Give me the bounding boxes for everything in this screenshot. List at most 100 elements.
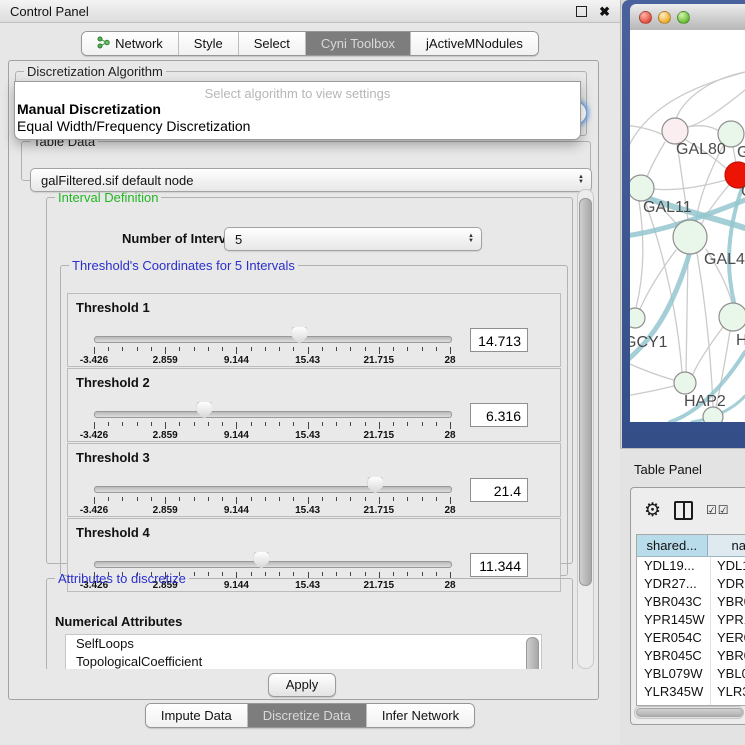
attribute-list-scrollbar[interactable] xyxy=(526,637,539,669)
table-horizontal-scrollbar-thumb[interactable] xyxy=(636,708,743,717)
cyni-toolbox-panel: Discretization Algorithm Select algorith… xyxy=(8,60,599,700)
tick-mark xyxy=(194,497,195,501)
tab-select[interactable]: Select xyxy=(239,32,306,55)
table-row[interactable]: YBR045CYBR0 xyxy=(637,647,745,665)
tab-segmented-control: Network Style SelectCyni ToolboxjActiveMNo… xyxy=(81,31,539,56)
network-node-h[interactable] xyxy=(719,303,745,331)
tab-impute-data[interactable]: Impute Data xyxy=(146,704,248,727)
close-traffic-light-icon[interactable] xyxy=(639,11,652,24)
tick-mark xyxy=(122,497,123,501)
tab-label: Discretize Data xyxy=(263,708,351,723)
tick-mark xyxy=(194,422,195,426)
control-panel: Control Panel ✖ NetworkStyleSelectCyni T… xyxy=(0,0,621,745)
column-header-shared[interactable]: shared... xyxy=(637,535,708,556)
float-panel-icon[interactable] xyxy=(576,6,587,17)
threshold-value-field[interactable]: 14.713 xyxy=(470,328,528,352)
network-node-gal11[interactable] xyxy=(630,175,654,201)
table-row[interactable]: YDR27...YDR2 xyxy=(637,575,745,593)
tick-mark xyxy=(94,422,95,429)
slider-tick-labels: -3.4262.8599.14415.4321.71528 xyxy=(94,505,450,516)
cell-name: YDL1 xyxy=(711,557,745,575)
tab-discretize-data[interactable]: Discretize Data xyxy=(248,704,367,727)
table-data-group: Table Data galFiltered.sif default node … xyxy=(21,134,591,181)
cell-name: YBR0 xyxy=(711,647,745,665)
network-edge xyxy=(686,254,688,372)
tab-label: Infer Network xyxy=(382,708,459,723)
zoom-traffic-light-icon[interactable] xyxy=(677,11,690,24)
tab-infer-network[interactable]: Infer Network xyxy=(367,704,474,727)
threshold-slider-track[interactable] xyxy=(94,411,452,418)
table-row[interactable]: YPR145WYPR1 xyxy=(637,611,745,629)
network-node-hap2[interactable] xyxy=(674,372,696,394)
apply-button[interactable]: Apply xyxy=(268,673,336,697)
attribute-item-topologicalcoefficient[interactable]: TopologicalCoefficient xyxy=(66,653,541,669)
tick-label: -3.426 xyxy=(80,505,108,516)
tick-mark xyxy=(137,497,138,501)
numerical-attributes-label: Numerical Attributes xyxy=(55,614,182,629)
tick-mark xyxy=(393,347,394,351)
table-row[interactable]: YDL19...YDL1 xyxy=(637,557,745,575)
threshold-label: Threshold 3 xyxy=(76,450,150,465)
app-root: Control Panel ✖ NetworkStyleSelectCyni T… xyxy=(0,0,745,745)
threshold-value-field[interactable]: 21.4 xyxy=(470,478,528,502)
algorithm-option-manual-discretization[interactable]: Manual Discretization xyxy=(15,101,580,118)
tick-mark xyxy=(208,497,209,501)
threshold-panel-2: Threshold 2-3.4262.8599.14415.4321.71528… xyxy=(67,368,561,442)
show-columns-icon[interactable] xyxy=(674,501,693,520)
number-of-intervals-select[interactable]: 5 ▲▼ xyxy=(224,227,482,251)
tick-mark xyxy=(436,347,437,351)
tick-mark xyxy=(293,347,294,351)
table-row[interactable]: YBL079WYBL0 xyxy=(637,665,745,683)
table-panel-window: ⚙ ☑☑ shared...na YDL19...YDL1YDR27...YDR… xyxy=(630,487,745,725)
slider-tick-labels: -3.4262.8599.14415.4321.71528 xyxy=(94,355,450,366)
tab-label: Style xyxy=(194,36,223,51)
tick-mark xyxy=(94,497,95,504)
tick-label: 9.144 xyxy=(224,430,249,441)
interval-definition-label: Interval Definition xyxy=(55,190,161,205)
threshold-value-field[interactable]: 6.316 xyxy=(470,403,528,427)
tick-mark xyxy=(279,422,280,426)
network-view-window: GAL80GCGAL11GAL4GCY1HHAP2 xyxy=(622,0,745,448)
network-graph: GAL80GCGAL11GAL4GCY1HHAP2 xyxy=(630,30,745,422)
tick-label: 28 xyxy=(444,355,455,366)
cell-shared-name: YPR145W xyxy=(637,611,711,629)
gear-icon[interactable]: ⚙ xyxy=(644,501,661,520)
panel-scrollbar[interactable] xyxy=(577,189,594,669)
network-node-label: GCY1 xyxy=(630,334,668,351)
table-row[interactable]: YER054CYER0 xyxy=(637,629,745,647)
tab-style[interactable]: Style xyxy=(179,32,239,55)
node-attribute-table: shared...na YDL19...YDL1YDR27...YDR2YBR0… xyxy=(636,534,745,706)
tick-mark xyxy=(165,422,166,429)
network-canvas[interactable]: GAL80GCGAL11GAL4GCY1HHAP2 xyxy=(630,30,745,422)
tab-network[interactable]: Network xyxy=(82,32,179,55)
network-edge xyxy=(687,90,745,127)
tick-mark xyxy=(165,497,166,504)
network-window-titlebar[interactable] xyxy=(630,4,745,31)
tab-cyni-toolbox[interactable]: Cyni Toolbox xyxy=(306,32,411,55)
tick-mark xyxy=(322,347,323,351)
panel-scrollbar-thumb[interactable] xyxy=(579,198,592,586)
tick-mark xyxy=(208,347,209,351)
table-horizontal-scrollbar[interactable] xyxy=(634,706,744,719)
tick-mark xyxy=(236,497,237,504)
column-header-na[interactable]: na xyxy=(708,535,745,556)
tick-mark xyxy=(407,497,408,501)
threshold-slider-track[interactable] xyxy=(94,336,452,343)
algorithm-option-equal-width-frequency-discretization[interactable]: Equal Width/Frequency Discretization xyxy=(15,118,580,135)
attribute-item-selfloops[interactable]: SelfLoops xyxy=(66,635,541,653)
close-icon[interactable]: ✖ xyxy=(599,5,610,18)
threshold-label: Threshold 2 xyxy=(76,375,150,390)
table-row[interactable]: YBR043CYBR0 xyxy=(637,593,745,611)
select-columns-icon[interactable]: ☑☑ xyxy=(706,503,730,517)
minimize-traffic-light-icon[interactable] xyxy=(658,11,671,24)
threshold-slider-track[interactable] xyxy=(94,561,452,568)
tab-jactivemnodules[interactable]: jActiveMNodules xyxy=(411,32,538,55)
network-node-gcy1[interactable] xyxy=(630,308,645,328)
table-row[interactable]: YLR345WYLR3 xyxy=(637,683,745,701)
threshold-slider-track[interactable] xyxy=(94,486,452,493)
network-node-gal4[interactable] xyxy=(673,220,707,254)
tick-mark xyxy=(422,347,423,351)
tick-mark xyxy=(350,347,351,351)
tick-mark xyxy=(179,347,180,351)
table-data-select-value: galFiltered.sif default node xyxy=(41,173,193,188)
